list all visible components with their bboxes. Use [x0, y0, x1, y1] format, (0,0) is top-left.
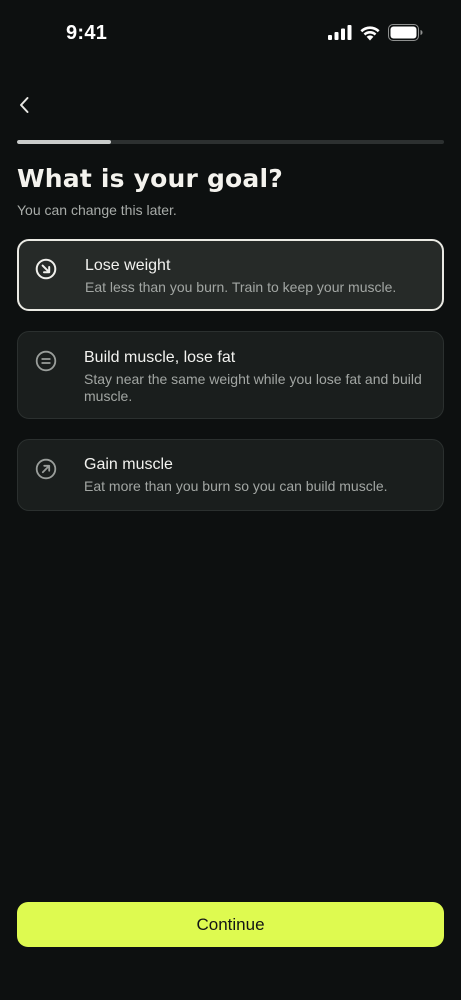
- cellular-signal-icon: [328, 25, 352, 40]
- option-title: Lose weight: [85, 257, 171, 274]
- battery-icon: [388, 24, 423, 41]
- equals-circle-icon: [35, 350, 57, 372]
- goal-option-lose-weight[interactable]: Lose weight Eat less than you burn. Trai…: [17, 239, 444, 311]
- goal-option-build-muscle-lose-fat[interactable]: Build muscle, lose fat Stay near the sam…: [17, 331, 444, 419]
- arrow-up-right-circle-icon: [35, 458, 57, 480]
- wifi-icon: [360, 25, 380, 40]
- status-icons: [328, 24, 423, 41]
- page-subtitle: You can change this later.: [17, 202, 177, 218]
- option-description: Eat less than you burn. Train to keep yo…: [85, 279, 397, 295]
- goal-option-gain-muscle[interactable]: Gain muscle Eat more than you burn so yo…: [17, 439, 444, 511]
- back-button[interactable]: [12, 92, 36, 118]
- option-title: Build muscle, lose fat: [84, 349, 236, 366]
- continue-button[interactable]: Continue: [17, 902, 444, 947]
- progress-bar: [17, 140, 444, 144]
- page-title: What is your goal?: [17, 164, 283, 193]
- arrow-down-right-circle-icon: [35, 258, 57, 280]
- option-description: Stay near the same weight while you lose…: [84, 371, 422, 404]
- chevron-left-icon: [20, 97, 29, 113]
- option-title: Gain muscle: [84, 456, 173, 473]
- progress-bar-fill: [17, 140, 111, 144]
- status-time: 9:41: [66, 22, 108, 44]
- goal-options: Lose weight Eat less than you burn. Trai…: [17, 239, 444, 531]
- option-description: Eat more than you burn so you can build …: [84, 478, 388, 494]
- status-bar: 9:41: [0, 0, 461, 70]
